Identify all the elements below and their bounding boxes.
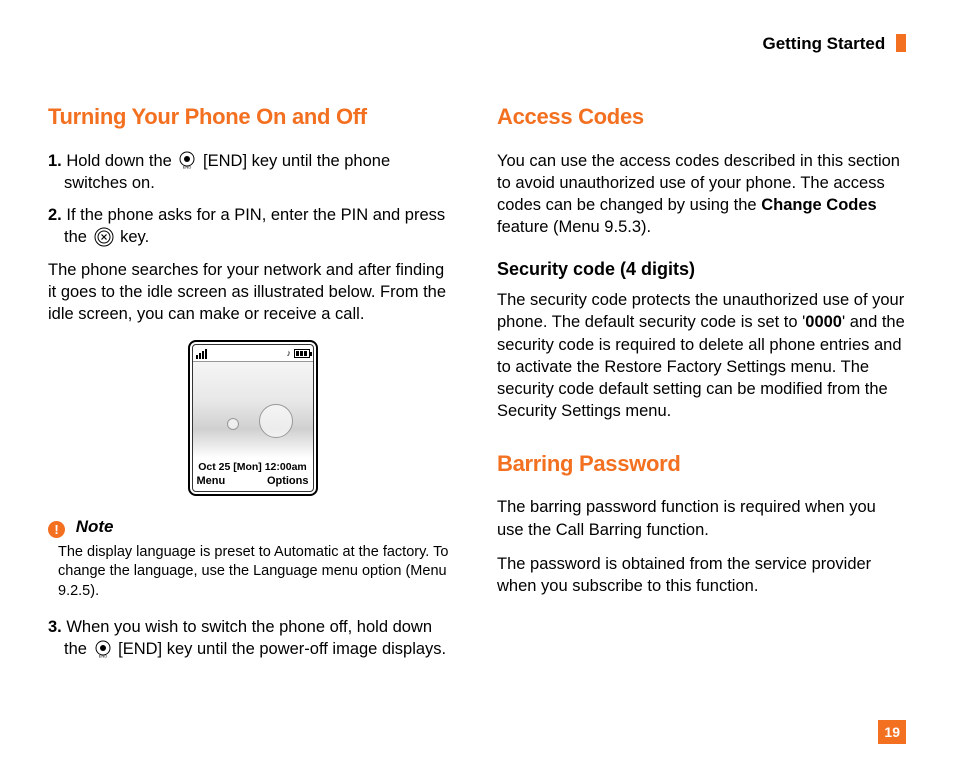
heading-access-codes: Access Codes bbox=[497, 102, 906, 132]
sound-icon: ♪ bbox=[286, 348, 291, 358]
step-3-number: 3. bbox=[48, 618, 62, 636]
note-alert-icon: ! bbox=[48, 521, 65, 538]
step-3-text-b: [END] key until the power-off image disp… bbox=[118, 640, 446, 658]
step-1-text-a: Hold down the bbox=[66, 152, 176, 170]
default-code-bold: 0000 bbox=[805, 313, 842, 331]
heading-turning-phone: Turning Your Phone On and Off bbox=[48, 102, 457, 132]
para-network-search: The phone searches for your network and … bbox=[48, 259, 457, 326]
end-key-icon: END bbox=[178, 151, 196, 169]
para-barring-2: The password is obtained from the servic… bbox=[497, 553, 906, 598]
step-2: 2. If the phone asks for a PIN, enter th… bbox=[48, 204, 457, 249]
x-key-icon bbox=[94, 227, 114, 247]
step-1-number: 1. bbox=[48, 152, 62, 170]
para-access-codes: You can use the access codes described i… bbox=[497, 150, 906, 239]
note-label: Note bbox=[76, 517, 114, 536]
content-columns: Turning Your Phone On and Off 1. Hold do… bbox=[48, 102, 906, 670]
page-number: 19 bbox=[878, 720, 906, 744]
bubble-icon bbox=[259, 404, 293, 438]
phone-illustration: ♪ Oct 25 [Mon] 12:00am Menu Options bbox=[48, 340, 457, 498]
note-body: The display language is preset to Automa… bbox=[48, 543, 457, 602]
para-access-b: feature (Menu 9.5.3). bbox=[497, 218, 651, 236]
page-header: Getting Started bbox=[48, 34, 906, 54]
softkey-right: Options bbox=[267, 474, 309, 489]
statusbar-right: ♪ bbox=[286, 347, 309, 359]
step-3: 3. When you wish to switch the phone off… bbox=[48, 616, 457, 661]
phone-datetime: Oct 25 [Mon] 12:00am bbox=[193, 458, 313, 474]
svg-text:END: END bbox=[183, 165, 192, 170]
header-accent-mark bbox=[896, 34, 906, 52]
bubble-icon bbox=[227, 418, 239, 430]
heading-barring-password: Barring Password bbox=[497, 449, 906, 479]
step-2-text-b: key. bbox=[120, 228, 149, 246]
para-security-code: The security code protects the unauthori… bbox=[497, 289, 906, 423]
phone-screen: ♪ Oct 25 [Mon] 12:00am Menu Options bbox=[192, 344, 314, 492]
para-barring-1: The barring password function is require… bbox=[497, 496, 906, 541]
phone-statusbar: ♪ bbox=[193, 345, 313, 362]
step-1: 1. Hold down the END [END] key until the… bbox=[48, 150, 457, 195]
phone-frame: ♪ Oct 25 [Mon] 12:00am Menu Options bbox=[188, 340, 318, 496]
phone-wallpaper bbox=[193, 362, 313, 458]
softkey-left: Menu bbox=[197, 474, 226, 489]
right-column: Access Codes You can use the access code… bbox=[497, 102, 906, 670]
change-codes-bold: Change Codes bbox=[761, 196, 877, 214]
end-key-icon: END bbox=[94, 640, 112, 658]
signal-icon bbox=[196, 347, 208, 359]
left-column: Turning Your Phone On and Off 1. Hold do… bbox=[48, 102, 457, 670]
svg-text:END: END bbox=[98, 653, 107, 658]
subheading-security-code: Security code (4 digits) bbox=[497, 257, 906, 281]
battery-icon bbox=[294, 349, 310, 358]
phone-softkeys: Menu Options bbox=[193, 474, 313, 491]
section-title: Getting Started bbox=[762, 34, 885, 53]
step-2-number: 2. bbox=[48, 206, 62, 224]
note-heading: ! Note bbox=[48, 516, 457, 539]
